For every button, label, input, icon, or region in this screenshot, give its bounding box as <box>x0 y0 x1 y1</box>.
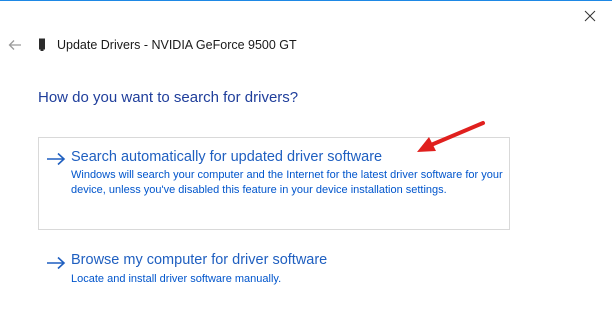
option-title: Browse my computer for driver software <box>71 252 328 268</box>
arrow-right-icon <box>47 152 66 166</box>
back-arrow-icon <box>8 40 21 50</box>
close-icon <box>584 10 596 22</box>
option-title: Search automatically for updated driver … <box>71 149 383 165</box>
browse-computer-option[interactable]: Browse my computer for driver software L… <box>38 241 510 291</box>
annotation-arrow-icon <box>417 121 485 152</box>
device-icon <box>39 38 45 51</box>
page-heading: How do you want to search for drivers? <box>38 89 299 106</box>
option-description: Windows will search your computer and th… <box>71 169 503 196</box>
back-button[interactable] <box>4 34 26 56</box>
arrow-right-icon <box>47 256 66 270</box>
window-title: Update Drivers - NVIDIA GeForce 9500 GT <box>57 38 297 52</box>
close-button[interactable] <box>568 1 612 31</box>
option-description: Locate and install driver software manua… <box>71 273 282 285</box>
window-top-border <box>0 0 612 1</box>
